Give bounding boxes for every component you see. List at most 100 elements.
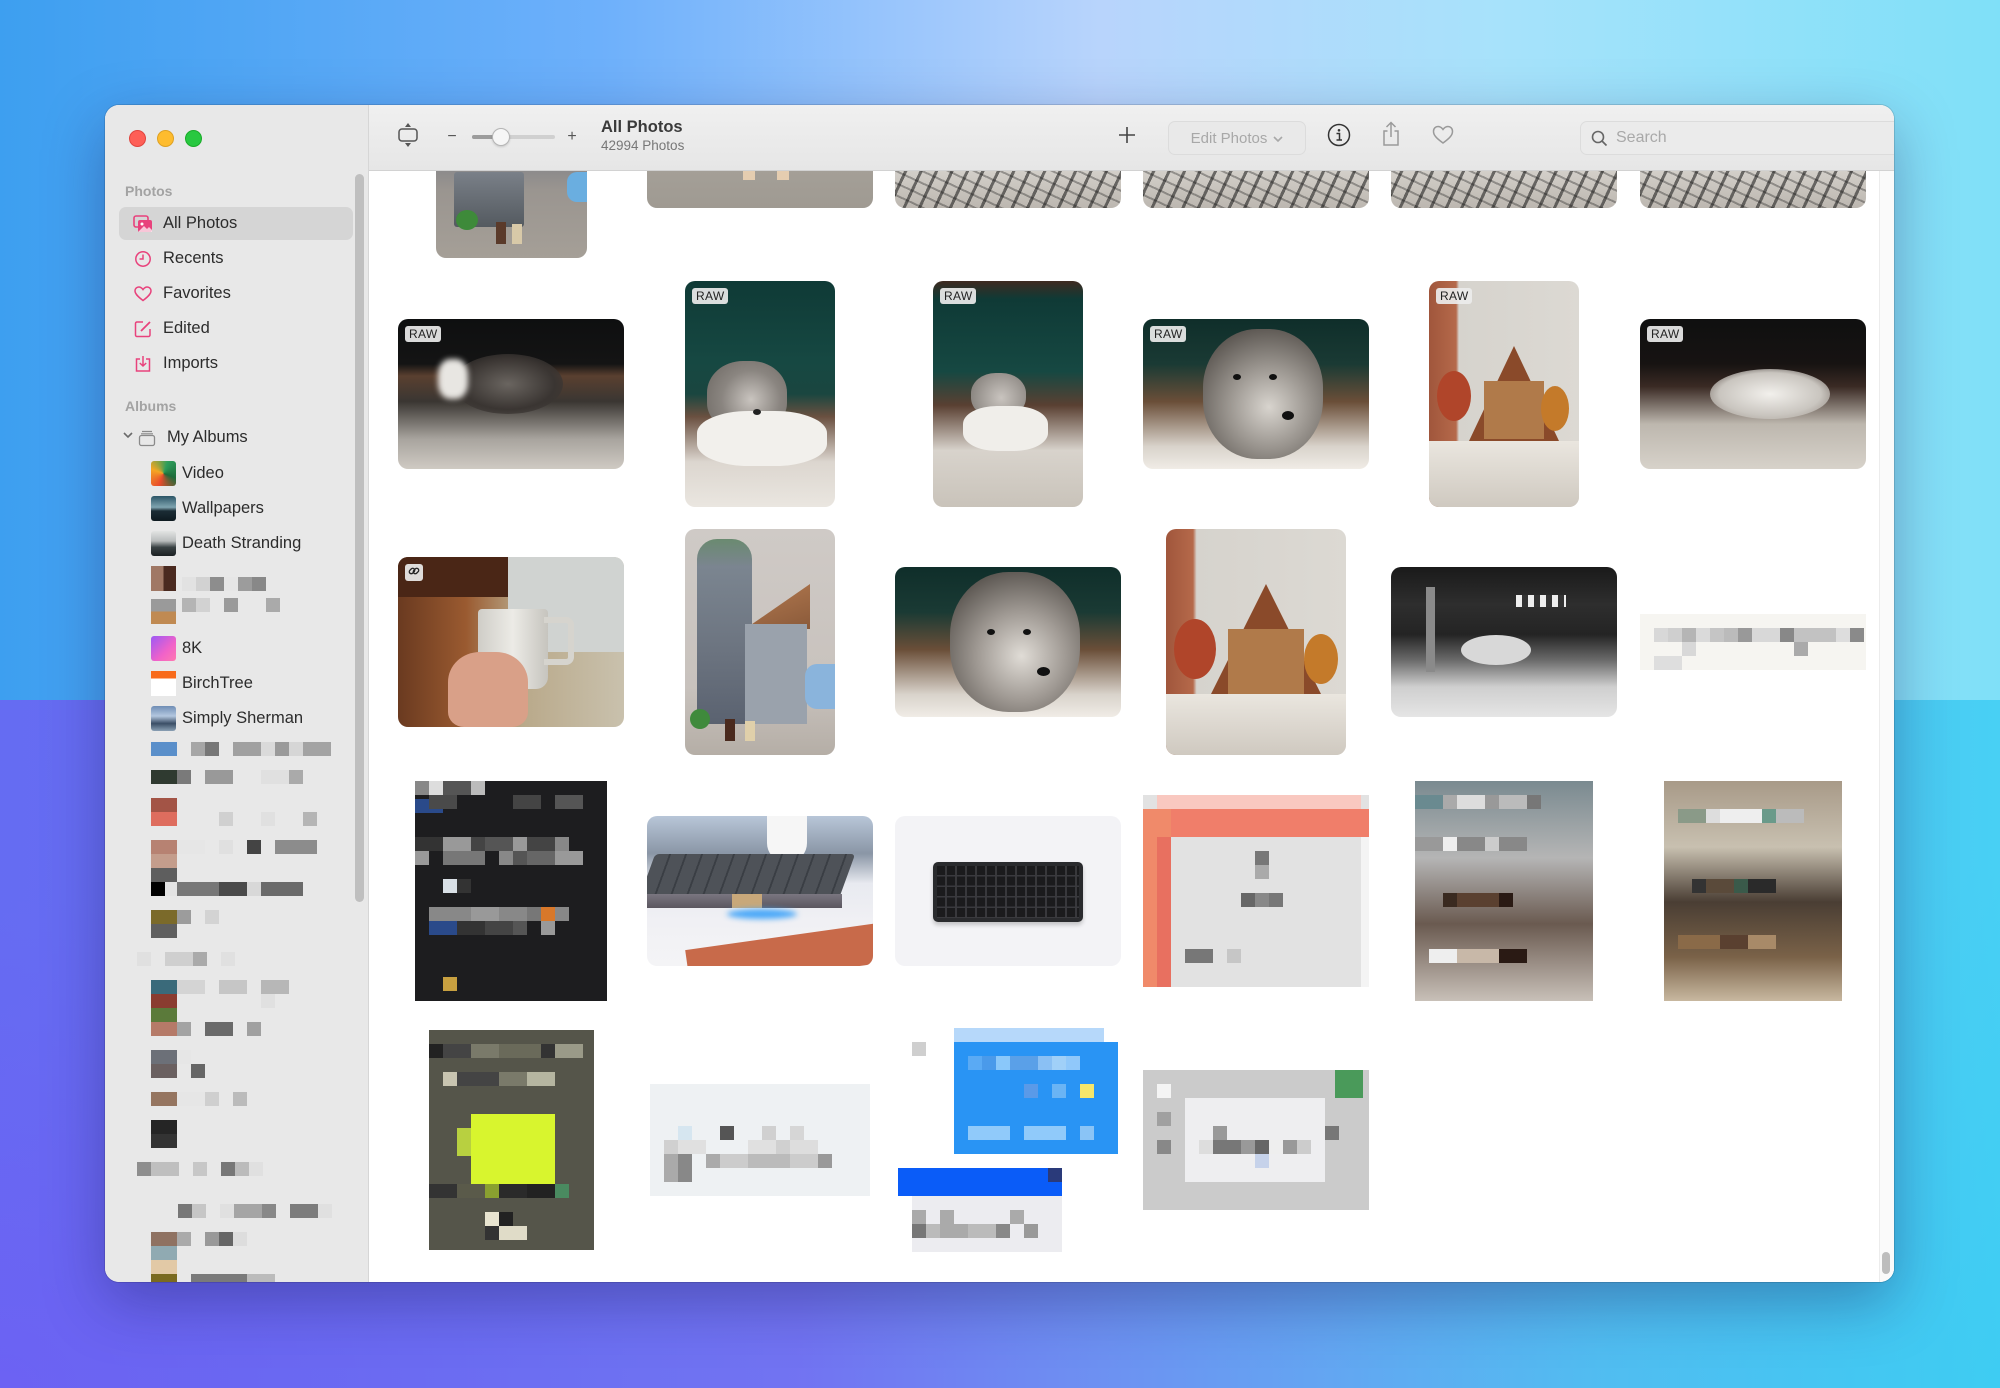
photo-cell[interactable] [1391,170,1617,258]
photo-cell[interactable] [647,1027,873,1253]
photo-cell[interactable] [647,778,873,1004]
photo-cell[interactable] [647,529,873,755]
album-death-stranding[interactable]: Death Stranding [151,528,301,558]
photo-cell[interactable] [398,529,624,755]
chevron-down-icon [1273,130,1283,147]
grid-scrollbar[interactable] [1879,170,1894,1282]
photo-thumbnail[interactable] [650,1084,870,1196]
photo-thumbnail[interactable] [1640,170,1866,208]
album-thumbnail [151,670,176,696]
photo-thumbnail[interactable] [1391,567,1617,717]
window-controls [129,130,202,147]
zoom-slider[interactable] [472,128,555,146]
page-title-block: All Photos 42994 Photos [601,118,684,153]
sidebar-scrollbar[interactable] [355,174,364,902]
album-wallpapers[interactable]: Wallpapers [151,493,264,523]
photo-cell[interactable] [398,170,624,258]
photo-cell[interactable] [1391,778,1617,1004]
aspect-toggle-button[interactable] [393,121,423,153]
photo-thumbnail[interactable]: RAW [1143,319,1369,469]
photo-thumbnail[interactable] [435,170,587,258]
photo-thumbnail[interactable]: RAW [1640,319,1866,469]
sidebar-item-all-photos[interactable]: All Photos [119,207,353,240]
photo-thumbnail[interactable] [1143,170,1369,208]
info-button[interactable] [1323,121,1355,153]
photo-thumbnail[interactable] [647,170,873,208]
zoom-in-button[interactable]: + [565,125,579,149]
sidebar-item-label: Imports [163,354,219,372]
sidebar-item-my-albums[interactable]: My Albums [130,421,350,454]
photo-cell[interactable] [1143,170,1369,258]
photo-thumbnail[interactable] [895,567,1121,717]
aspect-ratio-icon [397,122,419,153]
photo-thumbnail[interactable] [415,781,607,1001]
album-video[interactable]: Video [151,458,224,488]
photo-cell[interactable] [647,170,873,258]
album-birchtree[interactable]: BirchTree [151,668,253,698]
sidebar-item-favorites[interactable]: Favorites [119,277,353,310]
search-field[interactable] [1580,121,1894,155]
album-redacted[interactable] [151,563,266,593]
photo-cell[interactable]: RAW [895,281,1121,507]
photo-cell[interactable] [1143,1027,1369,1253]
photo-cell[interactable] [895,778,1121,1004]
photo-thumbnail[interactable] [1415,781,1593,1001]
photo-cell[interactable]: RAW [398,281,624,507]
photo-cell[interactable]: RAW [647,281,873,507]
photo-cell[interactable] [1143,778,1369,1004]
close-button[interactable] [129,130,146,147]
photo-thumbnail[interactable] [1664,781,1842,1001]
photo-thumbnail[interactable]: RAW [1429,281,1579,507]
photo-cell[interactable]: RAW [1640,281,1866,507]
edit-photos-button[interactable]: Edit Photos [1168,121,1306,155]
photo-cell[interactable] [398,1027,624,1253]
zoom-slider-thumb[interactable] [492,128,511,146]
grid-scrollbar-thumb[interactable] [1882,1252,1890,1274]
sidebar-item-imports[interactable]: Imports [119,347,353,380]
album-redacted[interactable] [151,596,280,626]
sidebar-item-recents[interactable]: Recents [119,242,353,275]
photo-thumbnail[interactable] [1143,1070,1369,1210]
photo-cell[interactable]: RAW [1143,281,1369,507]
photo-count: 42994 Photos [601,138,685,153]
photo-thumbnail[interactable] [1391,170,1617,208]
photo-cell[interactable]: RAW [1391,281,1617,507]
photo-cell[interactable] [1640,778,1866,1004]
photo-thumbnail[interactable] [685,529,835,755]
album-thumbnail [151,530,176,556]
photo-thumbnail[interactable] [895,816,1121,966]
photo-grid: RAW RAW RAW RAW RAW RAW [369,170,1894,1282]
zoom-button[interactable] [185,130,202,147]
album-label: 8K [182,638,203,657]
photo-thumbnail[interactable]: RAW [933,281,1083,507]
album-8k[interactable]: 8K [151,633,202,663]
photo-cell[interactable] [1143,529,1369,755]
photo-stack-icon [133,214,153,234]
favorite-button[interactable] [1427,121,1459,153]
zoom-out-button[interactable]: − [445,125,459,149]
photo-thumbnail[interactable] [895,170,1121,208]
photo-thumbnail[interactable] [898,1027,1118,1253]
photo-thumbnail[interactable] [1166,529,1346,755]
photo-cell[interactable] [895,529,1121,755]
photo-cell[interactable] [1640,170,1866,258]
photo-thumbnail[interactable] [1640,614,1866,670]
sidebar-item-edited[interactable]: Edited [119,312,353,345]
photo-cell[interactable] [895,170,1121,258]
photo-thumbnail[interactable]: RAW [685,281,835,507]
photo-cell[interactable] [895,1027,1121,1253]
photo-thumbnail[interactable] [647,816,873,966]
photo-thumbnail[interactable]: RAW [398,319,624,469]
minimize-button[interactable] [157,130,174,147]
photo-cell[interactable] [398,778,624,1004]
search-input[interactable] [1614,128,1894,148]
add-button[interactable] [1111,121,1143,153]
share-button[interactable] [1375,119,1407,153]
album-simply-sherman[interactable]: Simply Sherman [151,703,303,733]
photo-cell[interactable] [1391,529,1617,755]
photo-cell[interactable] [1640,529,1866,755]
photo-thumbnail[interactable] [398,557,624,727]
photo-thumbnail[interactable] [428,1030,594,1250]
photo-thumbnail[interactable] [1143,795,1369,987]
sidebar-section-albums: Albums [125,398,177,414]
